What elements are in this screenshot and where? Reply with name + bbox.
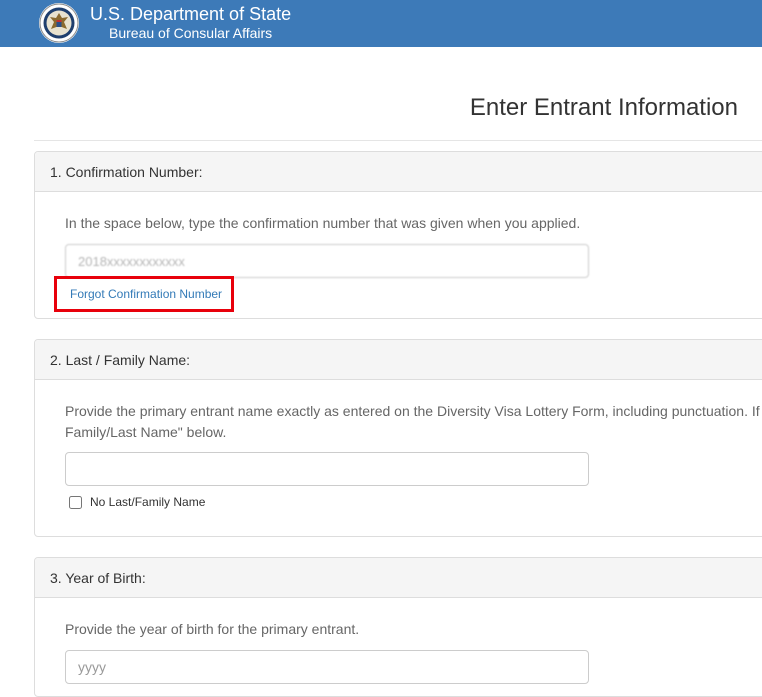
page-title: Enter Entrant Information (469, 94, 738, 121)
last-name-panel: 2. Last / Family Name: Provide the prima… (34, 339, 762, 537)
last-name-input[interactable] (65, 452, 589, 486)
site-header: U.S. Department of State Bureau of Consu… (0, 0, 762, 47)
last-name-instruction-line-1: Provide the primary entrant name exactly… (65, 403, 760, 419)
year-of-birth-instruction: Provide the year of birth for the primar… (65, 621, 360, 637)
last-name-instruction-line-2: Family/Last Name" below. (65, 424, 227, 440)
state-department-seal-icon[interactable] (39, 3, 79, 43)
year-of-birth-input[interactable] (65, 650, 589, 684)
confirmation-number-heading: 1. Confirmation Number: (35, 152, 762, 192)
no-last-name-checkbox[interactable] (69, 495, 82, 509)
year-of-birth-heading: 3. Year of Birth: (35, 558, 762, 598)
confirmation-number-instruction: In the space below, type the confirmatio… (65, 215, 581, 231)
year-of-birth-panel: 3. Year of Birth: Provide the year of bi… (34, 557, 762, 697)
bureau-name: Bureau of Consular Affairs (109, 25, 273, 41)
confirmation-number-panel: 1. Confirmation Number: In the space bel… (34, 151, 762, 319)
last-name-heading: 2. Last / Family Name: (35, 340, 762, 380)
department-name: U.S. Department of State (90, 4, 292, 24)
no-last-name-label[interactable]: No Last/Family Name (90, 495, 205, 509)
no-last-name-option: No Last/Family Name (69, 494, 205, 510)
forgot-confirmation-number-link[interactable]: Forgot Confirmation Number (70, 287, 222, 301)
confirmation-number-input[interactable] (65, 244, 589, 278)
title-divider (34, 140, 762, 141)
